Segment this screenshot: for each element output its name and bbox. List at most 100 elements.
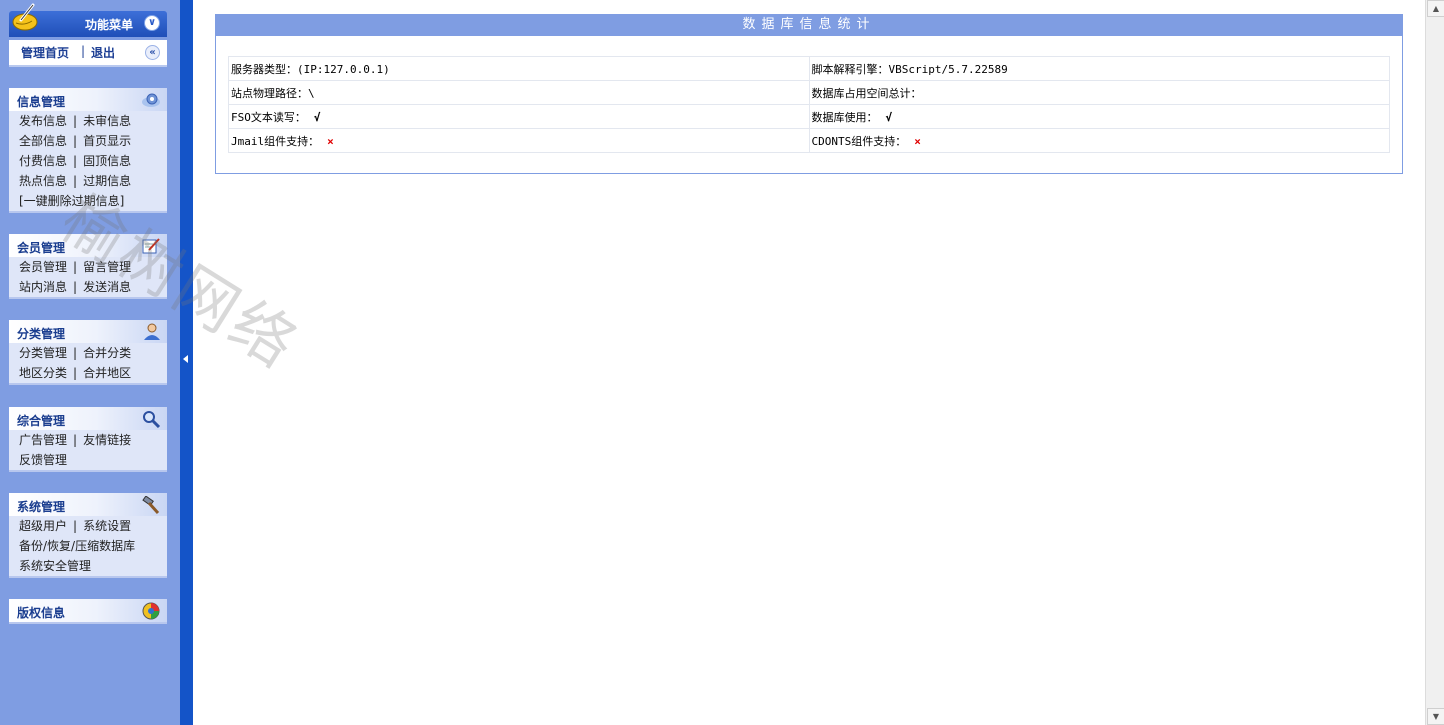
system-management-section: 系统管理 超级用户 | 系统设置 备份/恢复/压缩数据库 系统安全管理 (9, 493, 167, 578)
double-chevron-left-icon[interactable]: « (145, 45, 160, 60)
checkmark-icon: √ (885, 110, 893, 124)
double-chevron-down-icon[interactable]: ∨ (144, 15, 160, 31)
copyright-section: 版权信息 (9, 599, 167, 624)
friend-links-link[interactable]: 友情链接 (83, 433, 131, 447)
security-manage-link[interactable]: 系统安全管理 (19, 559, 91, 573)
hot-info-link[interactable]: 热点信息 (19, 174, 67, 188)
site-messages-link[interactable]: 站内消息 (19, 280, 67, 294)
section-header: 会员管理 (9, 234, 167, 257)
cell-value: VBScript/5.7.22589 (888, 62, 1008, 76)
db-space-cell: 数据库占用空间总计： (808, 80, 1390, 105)
cell-label: 站点物理路径： (231, 86, 308, 100)
section-title: 综合管理 (17, 414, 66, 428)
section-header: 分类管理 (9, 320, 167, 343)
item-separator: | (73, 433, 78, 447)
logout-link[interactable]: 退出 (91, 44, 115, 61)
section-header: 综合管理 (9, 407, 167, 430)
section-header: 版权信息 (9, 599, 167, 622)
cross-icon: × (327, 134, 334, 148)
item-separator: | (73, 114, 78, 128)
collapse-arrow-left-icon[interactable] (183, 355, 188, 363)
item-separator: | (73, 260, 78, 274)
vertical-scrollbar[interactable]: ▲ ▼ (1425, 0, 1444, 725)
cell-label: 数据库占用空间总计： (811, 86, 922, 100)
cell-value: (IP:127.0.0.1) (297, 62, 390, 76)
cell-label: CDONTS组件支持： (811, 134, 907, 148)
send-message-link[interactable]: 发送消息 (83, 280, 131, 294)
db-usage-cell: 数据库使用： √ (808, 104, 1390, 129)
info-management-section: 信息管理 发布信息 | 未审信息 全部信息 | 首页显示 付费信息 | 固顶信息 热点信息 |… (9, 88, 167, 213)
section-title: 会员管理 (17, 241, 66, 255)
delete-expired-link[interactable]: [一键删除过期信息] (19, 194, 124, 208)
section-title: 系统管理 (17, 500, 66, 514)
homepage-display-link[interactable]: 首页显示 (83, 134, 131, 148)
cell-value: \ (308, 86, 315, 100)
menu-separator: | (81, 44, 86, 58)
member-manage-link[interactable]: 会员管理 (19, 260, 67, 274)
item-separator: | (73, 280, 78, 294)
menu-header: 功能菜单 ∨ (9, 3, 167, 37)
item-separator: | (73, 154, 78, 168)
message-manage-link[interactable]: 留言管理 (83, 260, 131, 274)
notebook-pen-icon (142, 238, 160, 254)
database-info-panel: 数据库信息统计 服务器类型：(IP:127.0.0.1) 脚本解释引擎：VBSc… (215, 14, 1403, 174)
section-title[interactable]: 版权信息 (17, 604, 65, 621)
fso-cell: FSO文本读写： √ (228, 104, 810, 129)
cdonts-cell: CDONTS组件支持： × (808, 128, 1390, 153)
item-separator: | (73, 134, 78, 148)
category-management-section: 分类管理 分类管理 | 合并分类 地区分类 | 合并地区 (9, 320, 167, 385)
system-settings-link[interactable]: 系统设置 (83, 519, 131, 533)
cell-label: 脚本解释引擎： (811, 62, 889, 76)
magnifier-icon (143, 411, 161, 428)
menu-top-links: 管理首页 | 退出 « (9, 40, 167, 67)
database-info-table: 服务器类型：(IP:127.0.0.1) 脚本解释引擎：VBScript/5.7… (228, 56, 1390, 153)
item-separator: | (73, 346, 78, 360)
pinned-info-link[interactable]: 固顶信息 (83, 154, 131, 168)
table-row: Jmail组件支持： × CDONTS组件支持： × (228, 128, 1390, 153)
section-header: 信息管理 (9, 88, 167, 111)
scroll-down-icon[interactable]: ▼ (1427, 708, 1444, 725)
physical-path-cell: 站点物理路径：\ (228, 80, 810, 105)
cell-label: Jmail组件支持： (231, 134, 320, 148)
section-title: 分类管理 (17, 327, 66, 341)
sidebar-splitter[interactable] (180, 0, 193, 725)
cell-label: FSO文本读写： (231, 110, 306, 124)
expired-info-link[interactable]: 过期信息 (83, 174, 131, 188)
section-header: 系统管理 (9, 493, 167, 516)
checkmark-icon: √ (313, 110, 321, 124)
table-row: FSO文本读写： √ 数据库使用： √ (228, 104, 1390, 129)
menu-title: 功能菜单 (85, 18, 134, 32)
publish-info-link[interactable]: 发布信息 (19, 114, 67, 128)
broom-logo-icon (12, 3, 38, 31)
item-separator: | (73, 174, 78, 188)
left-menu-panel: 功能菜单 ∨ 管理首页 | 退出 « 信息管理 发布信息 | 未审信息 全部信息 | 首… (0, 0, 180, 725)
region-category-link[interactable]: 地区分类 (19, 366, 67, 380)
paid-info-link[interactable]: 付费信息 (19, 154, 67, 168)
ad-manage-link[interactable]: 广告管理 (19, 433, 67, 447)
backup-restore-link[interactable]: 备份/恢复/压缩数据库 (19, 539, 135, 553)
script-engine-cell: 脚本解释引擎：VBScript/5.7.22589 (808, 56, 1390, 81)
table-row: 服务器类型：(IP:127.0.0.1) 脚本解释引擎：VBScript/5.7… (228, 56, 1390, 81)
hammer-icon (142, 496, 160, 514)
unreviewed-info-link[interactable]: 未审信息 (83, 114, 131, 128)
colorful-globe-icon (142, 602, 160, 620)
merge-region-link[interactable]: 合并地区 (83, 366, 131, 380)
user-icon (144, 323, 160, 340)
cell-label: 服务器类型： (231, 62, 297, 76)
general-management-section: 综合管理 广告管理 | 友情链接 反馈管理 (9, 407, 167, 472)
jmail-cell: Jmail组件支持： × (228, 128, 810, 153)
scroll-up-icon[interactable]: ▲ (1427, 0, 1444, 17)
category-manage-link[interactable]: 分类管理 (19, 346, 67, 360)
item-separator: | (73, 519, 78, 533)
all-info-link[interactable]: 全部信息 (19, 134, 67, 148)
cross-icon: × (914, 134, 921, 148)
panel-title: 数据库信息统计 (216, 15, 1402, 36)
item-separator: | (73, 366, 78, 380)
feedback-manage-link[interactable]: 反馈管理 (19, 453, 67, 467)
member-management-section: 会员管理 会员管理 | 留言管理 站内消息 | 发送消息 (9, 234, 167, 299)
admin-home-link[interactable]: 管理首页 (21, 44, 69, 61)
section-title: 信息管理 (17, 95, 66, 109)
super-user-link[interactable]: 超级用户 (19, 519, 67, 533)
merge-category-link[interactable]: 合并分类 (83, 346, 131, 360)
gear-cloud-icon (142, 93, 160, 107)
